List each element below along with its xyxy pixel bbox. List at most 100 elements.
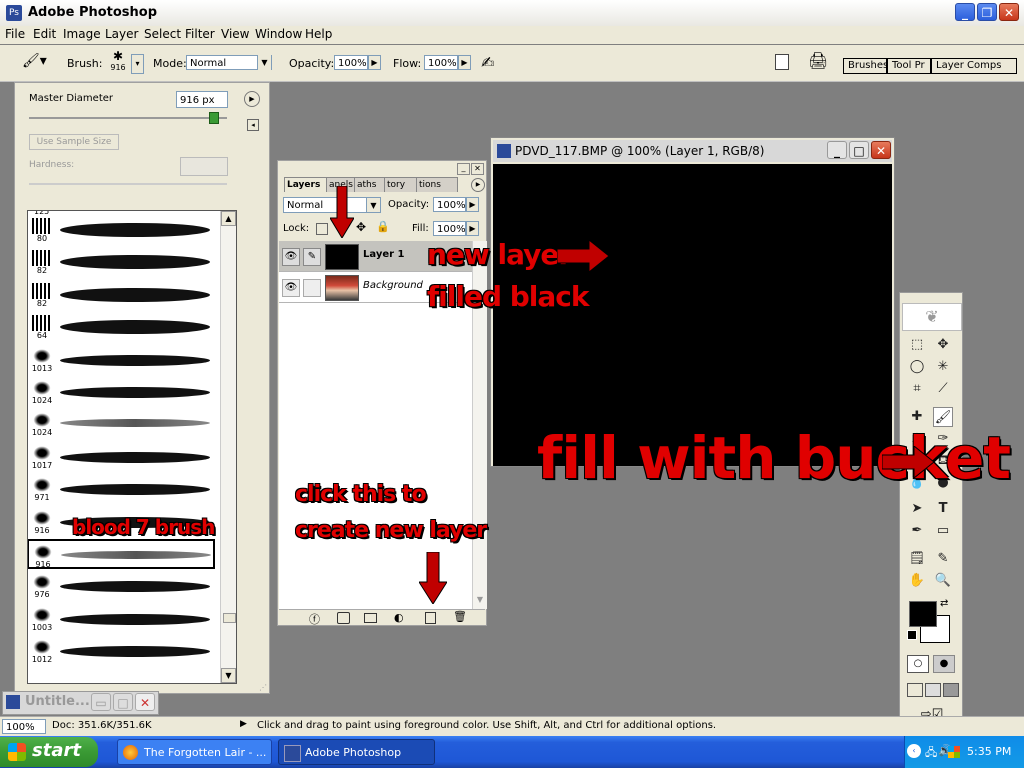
master-diameter-input[interactable]: 916 px	[176, 91, 228, 108]
list-scrollbar[interactable]: ▲ ▼	[220, 211, 236, 683]
lock-transparency-icon[interactable]	[316, 223, 328, 235]
brush-preset-item[interactable]: 1024	[28, 377, 216, 407]
panel-close-button[interactable]: ✕	[471, 163, 484, 175]
brush-preview-icon[interactable]: ✱ 916	[107, 49, 129, 77]
well-tab-layer-comps[interactable]: Layer Comps	[931, 58, 1017, 74]
taskbar-item-firefox[interactable]: The Forgotten Lair - ...	[117, 739, 272, 765]
feather-logo-icon[interactable]: ❦	[902, 303, 962, 331]
brush-preset-item[interactable]: 1013	[28, 345, 216, 375]
brush-preset-item[interactable]: 64	[28, 312, 216, 342]
menu-edit[interactable]: Edit	[33, 27, 56, 41]
new-layer-icon[interactable]	[425, 612, 436, 624]
opacity-input[interactable]: 100%	[334, 55, 368, 70]
brush-preset-item[interactable]: 82	[28, 247, 216, 277]
brush-preset-item[interactable]: 1017	[28, 442, 216, 472]
brush-menu-button[interactable]: ▶	[244, 91, 260, 107]
brush-dropdown-button[interactable]: ▾	[131, 54, 144, 74]
marquee-tool-icon[interactable]: ⬚	[907, 335, 927, 355]
pen-tool-icon[interactable]: ✒	[907, 521, 927, 541]
brush-preset-item[interactable]: 916	[28, 539, 215, 570]
panel-minimize-button[interactable]: _	[457, 163, 470, 175]
brush-preset-item[interactable]: 80	[28, 215, 216, 245]
scroll-down-button[interactable]: ▼	[473, 595, 487, 609]
full-screen-mode-icon[interactable]	[943, 683, 959, 697]
tab-layers[interactable]: Layers	[284, 177, 330, 192]
palette-toggle-icon[interactable]	[775, 54, 789, 70]
menu-filter[interactable]: Filter	[185, 27, 215, 41]
well-tab-tool-presets[interactable]: Tool Pr	[887, 58, 931, 74]
full-screen-menu-mode-icon[interactable]	[925, 683, 941, 697]
slider-thumb[interactable]	[209, 112, 220, 124]
airbrush-icon[interactable]: ✍	[481, 53, 494, 72]
use-sample-size-button[interactable]: Use Sample Size	[29, 134, 119, 150]
fill-arrow[interactable]: ▶	[466, 221, 479, 236]
adjustment-layer-icon[interactable]: ◐	[394, 611, 404, 624]
clock[interactable]: 5:35 PM	[967, 745, 1011, 758]
path-selection-tool-icon[interactable]: ➤	[907, 499, 927, 519]
go-to-imageready-icon[interactable]: 🖨	[808, 51, 828, 70]
start-button[interactable]: start	[0, 737, 98, 767]
brush-preset-item[interactable]: 1012	[28, 636, 216, 666]
move-tool-icon[interactable]: ✥	[933, 335, 953, 355]
brush-tool-preset-icon[interactable]: 🖌▾	[22, 53, 47, 69]
brush-preset-item[interactable]: 1003	[28, 604, 216, 634]
menu-file[interactable]: File	[5, 27, 25, 41]
menu-help[interactable]: Help	[305, 27, 332, 41]
taskbar-item-photoshop[interactable]: Adobe Photoshop	[278, 739, 435, 765]
layer-name[interactable]: Layer 1	[363, 249, 404, 260]
scroll-down-button[interactable]: ▼	[221, 668, 236, 683]
hand-tool-icon[interactable]: ✋	[907, 571, 927, 591]
close-button[interactable]: ✕	[999, 3, 1019, 21]
slice-tool-icon[interactable]: ⟋	[933, 379, 953, 399]
standard-screen-mode-icon[interactable]	[907, 683, 923, 697]
image-canvas[interactable]	[493, 164, 892, 466]
layer-opacity-arrow[interactable]: ▶	[466, 197, 479, 212]
notes-tool-icon[interactable]: 🗒	[907, 549, 927, 569]
reset-size-icon[interactable]: ◂	[247, 119, 259, 131]
flow-arrow-button[interactable]: ▶	[458, 55, 471, 70]
brush-preset-item[interactable]: 971	[28, 474, 216, 504]
standard-mode-icon[interactable]: ○	[907, 655, 929, 673]
quick-mask-mode-icon[interactable]: ●	[933, 655, 955, 673]
doc-maximize-button[interactable]: □	[849, 141, 869, 159]
brush-preset-item[interactable]: 82	[28, 280, 216, 310]
status-arrow-icon[interactable]: ▶	[240, 719, 247, 729]
shape-tool-icon[interactable]: ▭	[933, 521, 953, 541]
lasso-tool-icon[interactable]: ◯	[907, 357, 927, 377]
link-slot[interactable]	[303, 279, 321, 297]
eyedropper-tool-icon[interactable]: ✎	[933, 549, 953, 569]
doc-size[interactable]: Doc: 351.6K/351.6K	[52, 720, 152, 731]
menu-image[interactable]: Image	[63, 27, 101, 41]
network-icon[interactable]: 🖧	[925, 744, 937, 763]
well-tab-brushes[interactable]: Brushes	[843, 58, 888, 74]
doc-close-button[interactable]: ✕	[871, 141, 891, 159]
layer-name[interactable]: Background	[363, 280, 423, 291]
flow-input[interactable]: 100%	[424, 55, 458, 70]
menu-layer[interactable]: Layer	[105, 27, 138, 41]
brush-preset-item[interactable]: 976	[28, 571, 216, 601]
scroll-thumb[interactable]	[223, 613, 236, 623]
tab-history[interactable]: tory	[384, 177, 420, 192]
doc-close-button[interactable]: ✕	[135, 693, 155, 711]
type-tool-icon[interactable]: T	[933, 499, 953, 519]
resize-grip-icon[interactable]: ⋰	[259, 683, 269, 693]
layer-mask-icon[interactable]	[337, 612, 350, 624]
zoom-input[interactable]: 100%	[2, 719, 46, 734]
opacity-arrow-button[interactable]: ▶	[368, 55, 381, 70]
mode-select[interactable]: Normal ▼	[186, 55, 272, 70]
crop-tool-icon[interactable]: ⌗	[907, 379, 927, 399]
document-title-bar[interactable]: PDVD_117.BMP @ 100% (Layer 1, RGB/8) _ □…	[493, 140, 892, 162]
minimized-document-window[interactable]: Untitle... ▭ □ ✕	[2, 691, 159, 715]
swap-colors-icon[interactable]: ⇄	[940, 598, 948, 609]
minimize-button[interactable]: _	[955, 3, 975, 21]
windows-flag-icon[interactable]	[948, 746, 960, 758]
menu-window[interactable]: Window	[255, 27, 302, 41]
doc-minimize-button[interactable]: _	[827, 141, 847, 159]
new-group-icon[interactable]	[364, 613, 377, 623]
menu-select[interactable]: Select	[144, 27, 181, 41]
foreground-color-swatch[interactable]	[909, 601, 937, 627]
panel-menu-button[interactable]: ▶	[471, 178, 485, 192]
tab-paths[interactable]: aths	[354, 177, 388, 192]
tray-expand-icon[interactable]: ‹	[907, 744, 921, 758]
visibility-eye-icon[interactable]: 👁	[282, 248, 300, 266]
